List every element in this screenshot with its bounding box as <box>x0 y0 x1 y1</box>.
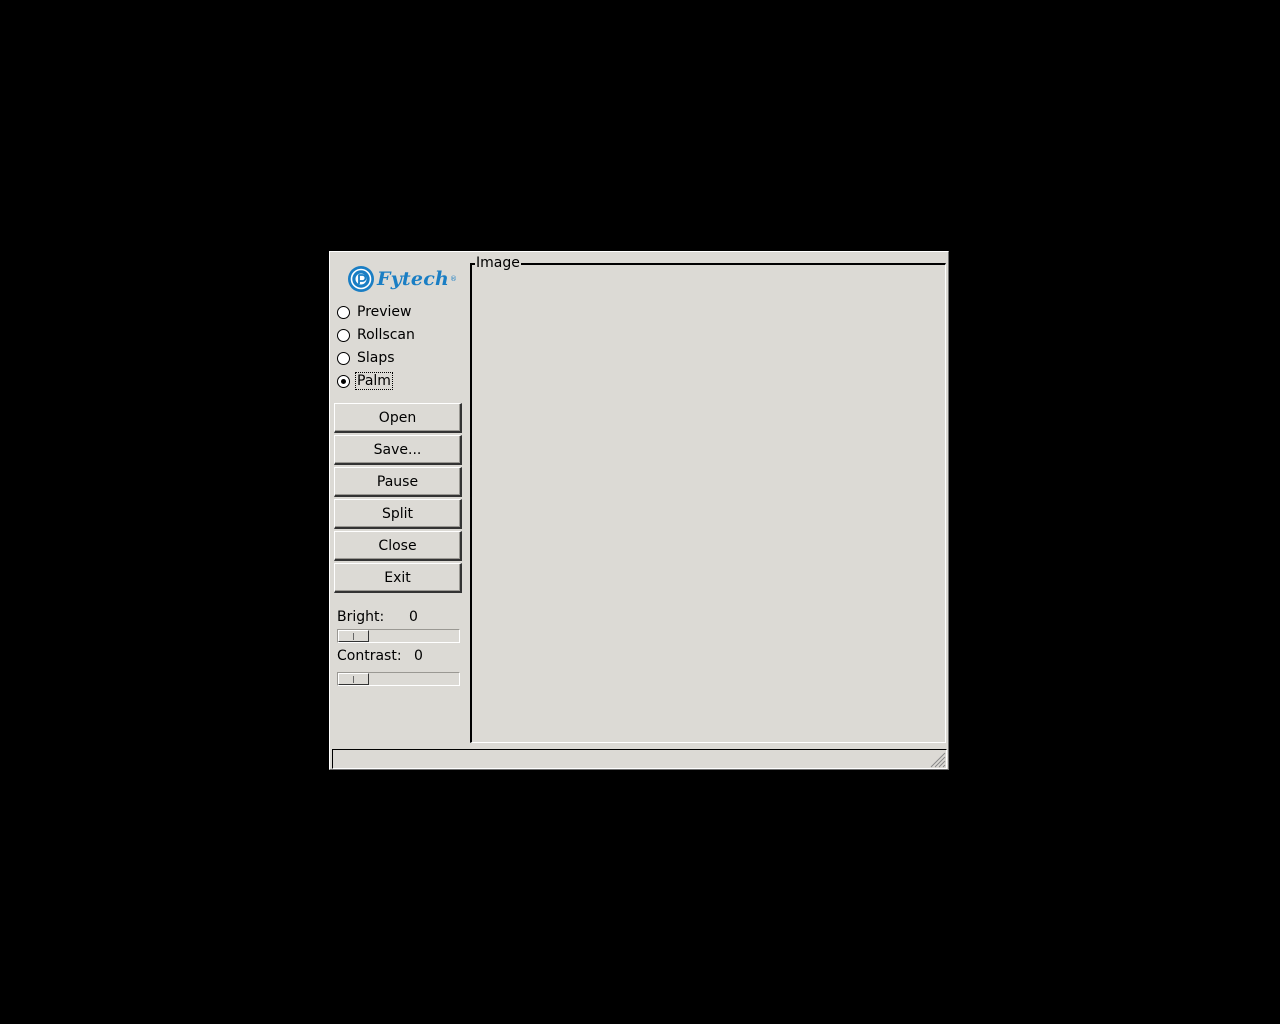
radio-palm-label[interactable]: Palm <box>355 372 393 390</box>
radio-slaps[interactable]: Slaps <box>337 348 396 368</box>
image-frame: Image <box>470 255 946 743</box>
close-button[interactable]: Close <box>334 531 462 561</box>
status-bar <box>332 749 947 769</box>
radio-rollscan-circle[interactable] <box>337 328 350 342</box>
radio-preview[interactable]: Preview <box>337 302 413 322</box>
contrast-row: Contrast: 0 <box>337 647 457 665</box>
radio-slaps-label[interactable]: Slaps <box>356 350 396 366</box>
exit-button[interactable]: Exit <box>334 563 462 593</box>
radio-preview-circle[interactable] <box>337 305 350 319</box>
bright-row: Bright: 0 <box>337 608 457 626</box>
contrast-slider-thumb[interactable] <box>338 673 369 685</box>
image-frame-title: Image <box>475 255 521 271</box>
registered-mark: ® <box>449 275 457 283</box>
save-button[interactable]: Save... <box>334 435 462 465</box>
radio-palm[interactable]: Palm <box>337 371 393 391</box>
fytech-logo-icon <box>348 266 374 292</box>
bright-slider[interactable] <box>337 629 460 643</box>
radio-rollscan-label[interactable]: Rollscan <box>356 327 416 343</box>
bright-value: 0 <box>409 609 418 625</box>
radio-rollscan[interactable]: Rollscan <box>337 325 416 345</box>
open-button[interactable]: Open <box>334 403 462 433</box>
radio-palm-circle[interactable] <box>337 374 350 388</box>
contrast-value: 0 <box>414 648 423 664</box>
radio-slaps-circle[interactable] <box>337 351 350 365</box>
contrast-slider[interactable] <box>337 672 460 686</box>
scanner-window: Fytech ® Preview Rollscan Slaps Palm Open… <box>329 251 949 770</box>
bright-slider-thumb[interactable] <box>338 630 369 642</box>
split-button[interactable]: Split <box>334 499 462 529</box>
bright-label: Bright: <box>337 609 385 625</box>
pause-button[interactable]: Pause <box>334 467 462 497</box>
fytech-logo: Fytech ® <box>347 263 457 295</box>
fytech-logo-text: Fytech <box>377 268 449 290</box>
contrast-label: Contrast: <box>337 648 402 664</box>
resize-grip-icon[interactable] <box>928 750 946 768</box>
radio-preview-label[interactable]: Preview <box>356 304 413 320</box>
